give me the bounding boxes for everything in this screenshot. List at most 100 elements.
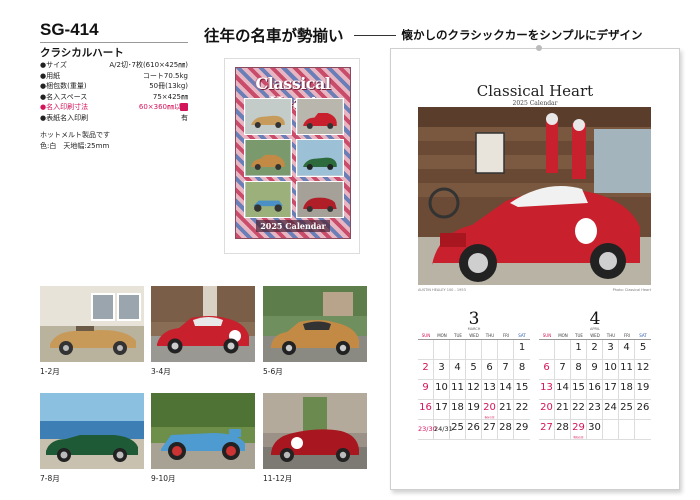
thumb-label-4: 7-8月: [40, 474, 60, 483]
weekday-label: THU: [485, 333, 495, 338]
day-number: 18: [451, 402, 464, 413]
day-cell: 10: [603, 360, 619, 380]
day-cell: 1: [571, 340, 587, 360]
note-hotmelt: ホットメルト製品です: [40, 131, 110, 139]
month-number: 3: [468, 309, 480, 329]
thumb-photo-5: [151, 393, 255, 469]
day-number: 19: [467, 402, 480, 413]
day-cell: 12: [466, 380, 482, 400]
spec-row: ●表紙名入印刷 有: [40, 113, 188, 124]
day-cell: 29: [514, 420, 530, 440]
day-cell: 27: [482, 420, 498, 440]
day-cell: [635, 420, 651, 440]
day-number: 1: [575, 342, 582, 353]
day-number: 3: [607, 342, 614, 353]
thumb-photo-3: [263, 286, 367, 362]
day-number: 4: [454, 362, 461, 373]
day-cell: 4: [619, 340, 635, 360]
day-cell: 15: [514, 380, 530, 400]
day-cell: [450, 340, 466, 360]
day-number: 5: [470, 362, 477, 373]
weekday-label: SAT: [639, 333, 647, 338]
day-cell: 13: [539, 380, 555, 400]
weekday-label: SAT: [518, 333, 526, 338]
day-cell: [603, 420, 619, 440]
day-number: 17: [604, 382, 617, 393]
headline: 往年の名車が勢揃い 懐かしのクラシックカーをシンプルにデザイン: [204, 24, 642, 46]
cover-thumbnail: Classical Heart 2025 Calendar: [224, 58, 360, 254]
spec-row: ●名入スペース 75×425㎜: [40, 92, 188, 103]
day-cell: 26: [635, 400, 651, 420]
binding-note: ホットメルト製品です 色:白 天地幅:25mm: [40, 130, 110, 151]
day-cell: 3: [603, 340, 619, 360]
day-cell: 19: [466, 400, 482, 420]
day-cell: 19: [635, 380, 651, 400]
calendar-subtitle: 2025 Calendar: [512, 100, 558, 107]
day-number: 13: [483, 382, 496, 393]
day-cell: 22: [514, 400, 530, 420]
thumb-photo-4: [40, 393, 144, 469]
day-number: 27: [540, 422, 553, 433]
spec-row: ●用紙 コート70.5kg: [40, 71, 188, 82]
day-number: 29: [572, 422, 585, 433]
note-color: 色:白 天地幅:25mm: [40, 141, 110, 150]
day-number: 10: [604, 362, 617, 373]
holiday-label: 昭和の日: [573, 436, 584, 439]
name-print-icon: [180, 103, 188, 111]
day-cell: [498, 340, 514, 360]
calendar-title: Classical Heart: [476, 82, 594, 100]
spec-value: 50冊(13kg): [149, 82, 188, 91]
day-cell: 4: [450, 360, 466, 380]
day-cell: 9: [587, 360, 603, 380]
headline-main: 往年の名車が勢揃い: [204, 26, 344, 45]
day-number: 6: [486, 362, 493, 373]
weekday-label: THU: [606, 333, 616, 338]
thumb-photo-2: [151, 286, 255, 362]
day-cell: 13: [482, 380, 498, 400]
day-cell: [619, 420, 635, 440]
spec-key: ●名入印刷寸法: [40, 103, 89, 112]
weekday-label: FRI: [623, 333, 631, 338]
day-cell: 7: [555, 360, 571, 380]
day-number: 4: [623, 342, 630, 353]
day-number: 28: [499, 422, 512, 433]
day-number: 18: [620, 382, 633, 393]
day-number: 14: [499, 382, 512, 393]
day-cell: 2: [587, 340, 603, 360]
day-cell: 18: [619, 380, 635, 400]
cover-photo-3: [244, 139, 292, 177]
day-cell: [434, 340, 450, 360]
day-number: 2: [422, 362, 429, 373]
thumb-label-2: 3-4月: [151, 367, 171, 376]
spec-key: ●梱包数(重量): [40, 82, 87, 91]
hanger-hole: [536, 45, 542, 51]
day-cell: 7: [498, 360, 514, 380]
day-number: 17: [435, 402, 448, 413]
day-cell: 21: [555, 400, 571, 420]
day-cell: 6: [539, 360, 555, 380]
day-cell: [555, 340, 571, 360]
weekday-label: WED: [590, 333, 600, 338]
day-number: 27: [483, 422, 496, 433]
day-cell: 2: [418, 360, 434, 380]
thumb-label-3: 5-6月: [263, 367, 283, 376]
weekday-label: MON: [437, 333, 447, 338]
cover-photo-6: [296, 180, 344, 218]
day-number: 15: [572, 382, 585, 393]
thumb-label-6: 11-12月: [263, 474, 293, 483]
day-number: 25: [451, 422, 464, 433]
month-grid-march: 3 MARCH SUN MON TUE WED THU FRI SAT 1 2 3 4 5 6 7 8 9 10 11…: [418, 311, 530, 440]
spec-key: ●サイズ: [40, 61, 67, 69]
day-number: 26: [467, 422, 480, 433]
weekday-header: SUN MON TUE WED THU FRI SAT: [539, 333, 651, 340]
spec-value: 75×425㎜: [152, 92, 188, 101]
thumb-label-5: 9-10月: [151, 474, 176, 483]
spec-key: ●用紙: [40, 71, 61, 80]
day-number: 28: [556, 422, 569, 433]
day-cell: 1: [514, 340, 530, 360]
day-number: 9: [591, 362, 598, 373]
day-cell: 25: [450, 420, 466, 440]
headline-sub: 懐かしのクラシックカーをシンプルにデザイン: [401, 28, 643, 42]
day-cell: 23: [587, 400, 603, 420]
day-cell: 26: [466, 420, 482, 440]
